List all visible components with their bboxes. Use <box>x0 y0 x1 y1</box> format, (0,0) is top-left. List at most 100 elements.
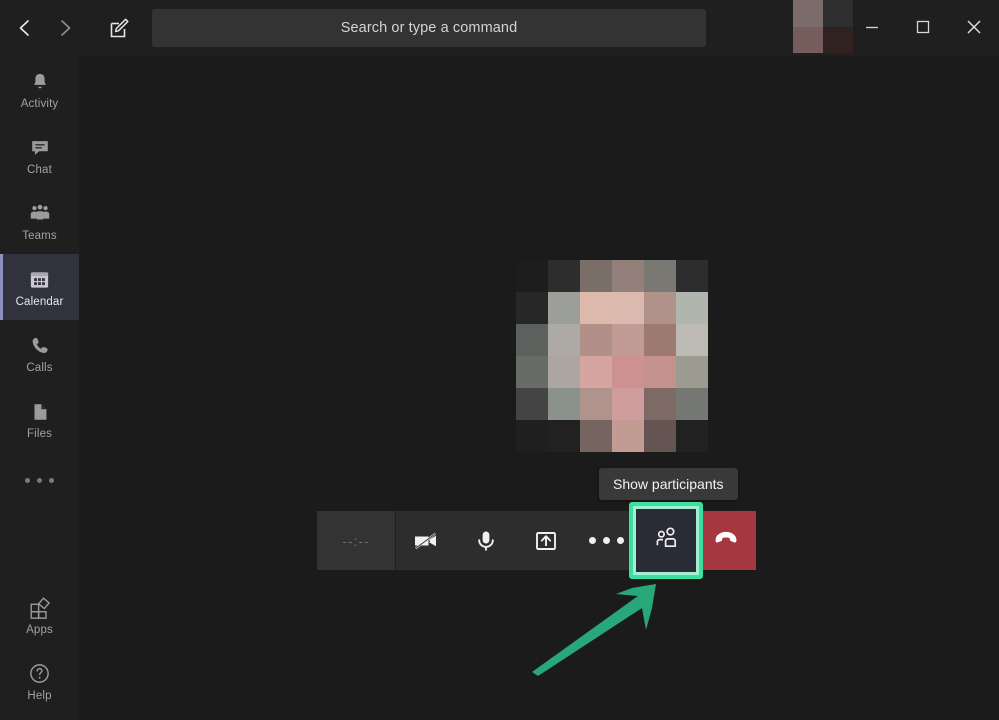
sidebar-item-label: Chat <box>27 163 52 176</box>
video-pixel <box>644 260 676 292</box>
search-input[interactable]: Search or type a command <box>152 9 706 47</box>
sidebar-item-label: Activity <box>20 97 59 110</box>
video-pixel <box>580 260 612 292</box>
video-pixel <box>676 292 708 324</box>
video-pixel <box>516 292 548 324</box>
video-pixel <box>516 388 548 420</box>
search-placeholder: Search or type a command <box>340 20 518 36</box>
bell-icon <box>27 69 53 95</box>
camera-off-button[interactable] <box>396 511 456 570</box>
sidebar-item-activity[interactable]: Activity <box>0 56 79 122</box>
calendar-icon <box>27 267 53 293</box>
video-pixel <box>580 388 612 420</box>
more-actions-button[interactable] <box>576 511 636 570</box>
dot <box>602 537 610 544</box>
control-buttons-group <box>396 502 756 579</box>
forward-icon[interactable] <box>54 17 76 39</box>
avatar-pixel <box>793 0 823 27</box>
tooltip-label: Show participants <box>613 476 724 492</box>
sidebar-item-files[interactable]: Files <box>0 386 79 452</box>
phone-icon <box>27 333 53 359</box>
video-pixel <box>580 420 612 452</box>
navigation-buttons <box>0 0 90 56</box>
video-pixel <box>612 292 644 324</box>
apps-icon <box>27 595 53 621</box>
sidebar-item-label: Apps <box>26 623 53 636</box>
sidebar-item-label: Calendar <box>15 295 64 308</box>
show-participants-button[interactable] <box>633 506 699 575</box>
video-pixel <box>580 292 612 324</box>
video-pixel <box>516 324 548 356</box>
video-pixel <box>644 388 676 420</box>
sidebar-more-options[interactable] <box>0 452 79 508</box>
video-pixel <box>516 356 548 388</box>
share-screen-button[interactable] <box>516 511 576 570</box>
video-pixel <box>548 356 580 388</box>
dot <box>37 477 42 483</box>
sidebar-item-help[interactable]: Help <box>0 648 79 714</box>
show-participants-button-wrapper <box>629 502 703 579</box>
teams-icon <box>27 201 53 227</box>
window-controls <box>846 0 999 53</box>
video-pixel <box>676 388 708 420</box>
video-pixel <box>644 292 676 324</box>
sidebar-item-label: Calls <box>26 361 53 374</box>
video-pixel <box>676 420 708 452</box>
video-pixel <box>676 260 708 292</box>
video-pixel <box>644 324 676 356</box>
dot <box>25 477 30 483</box>
video-pixel <box>676 356 708 388</box>
user-avatar-pixelated[interactable] <box>793 0 853 53</box>
hangup-icon <box>711 523 741 558</box>
video-pixel <box>516 420 548 452</box>
participant-video-pixelated <box>516 260 708 452</box>
tooltip-show-participants: Show participants <box>599 468 738 500</box>
video-pixel <box>580 324 612 356</box>
video-pixel <box>548 324 580 356</box>
microphone-button[interactable] <box>456 511 516 570</box>
participants-icon <box>651 523 681 558</box>
video-pixel <box>644 420 676 452</box>
video-pixel <box>548 388 580 420</box>
video-pixel <box>644 356 676 388</box>
video-pixel <box>676 324 708 356</box>
video-pixel <box>612 356 644 388</box>
help-icon <box>27 661 53 687</box>
back-icon[interactable] <box>14 17 36 39</box>
call-timer: --:-- <box>317 511 396 570</box>
teams-meeting-window: Search or type a command Activity Chat T… <box>0 0 999 720</box>
minimize-icon[interactable] <box>846 0 897 53</box>
sidebar-item-label: Files <box>26 427 53 440</box>
sidebar-item-teams[interactable]: Teams <box>0 188 79 254</box>
sidebar-item-apps[interactable]: Apps <box>0 582 79 648</box>
meeting-stage <box>79 56 999 720</box>
sidebar-item-chat[interactable]: Chat <box>0 122 79 188</box>
video-pixel <box>612 420 644 452</box>
maximize-icon[interactable] <box>897 0 948 53</box>
sidebar-item-label: Help <box>27 689 52 702</box>
dot <box>49 477 54 483</box>
sidebar-bottom-group: Apps Help <box>0 582 79 714</box>
chat-icon <box>27 135 53 161</box>
files-icon <box>27 399 53 425</box>
dot <box>588 537 596 544</box>
sidebar-item-calls[interactable]: Calls <box>0 320 79 386</box>
video-pixel <box>548 260 580 292</box>
call-timer-value: --:-- <box>342 532 370 549</box>
video-pixel <box>580 356 612 388</box>
avatar-pixel <box>793 26 823 53</box>
dot <box>616 537 624 544</box>
sidebar-item-label: Teams <box>22 229 57 242</box>
video-pixel <box>548 292 580 324</box>
video-pixel <box>516 260 548 292</box>
video-pixel <box>612 388 644 420</box>
compose-icon[interactable] <box>90 0 150 56</box>
close-icon[interactable] <box>948 0 999 53</box>
hangup-button[interactable] <box>696 511 756 570</box>
video-pixel <box>612 324 644 356</box>
sidebar-item-calendar[interactable]: Calendar <box>0 254 79 320</box>
title-bar: Search or type a command <box>0 0 999 56</box>
video-pixel <box>612 260 644 292</box>
highlight-annotation-outer <box>629 502 703 579</box>
left-rail: Activity Chat Teams Calendar Calls Files… <box>0 56 79 720</box>
